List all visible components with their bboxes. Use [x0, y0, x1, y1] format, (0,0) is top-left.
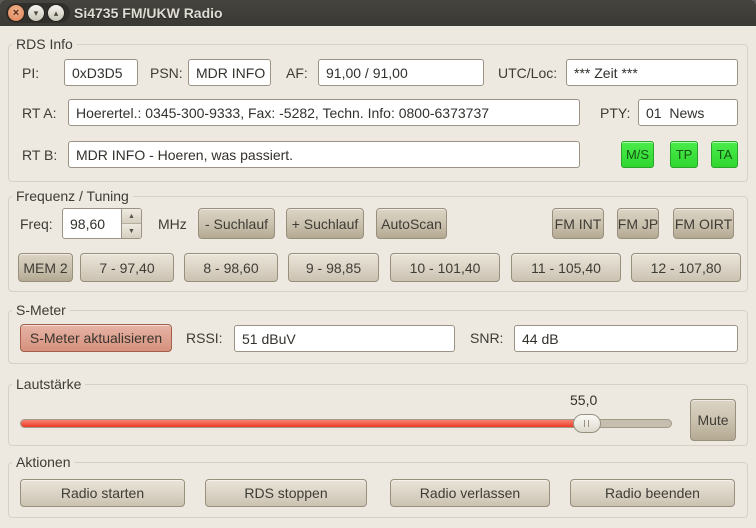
app-window: × ▾ ▴ Si4735 FM/UKW Radio RDS Info PI: 0…: [0, 0, 756, 528]
mhz-label: MHz: [158, 208, 187, 239]
slider-grip-icon: [584, 420, 589, 427]
volume-slider[interactable]: [20, 419, 672, 428]
freq-label: Freq:: [20, 208, 53, 239]
snr-field[interactable]: 44 dB: [514, 325, 738, 352]
rds-stop-button[interactable]: RDS stoppen: [205, 479, 367, 507]
maximize-icon[interactable]: ▴: [47, 4, 65, 22]
memory-button-8[interactable]: 8 - 98,60: [184, 253, 278, 282]
psn-field[interactable]: MDR INFO: [188, 59, 271, 86]
window-title: Si4735 FM/UKW Radio: [74, 0, 223, 26]
radio-start-button[interactable]: Radio starten: [20, 479, 185, 507]
rtb-label: RT B:: [22, 141, 57, 168]
snr-label: SNR:: [470, 324, 503, 352]
pi-label: PI:: [22, 59, 39, 86]
ms-flag-button[interactable]: M/S: [621, 141, 654, 168]
rssi-field[interactable]: 51 dBuV: [234, 325, 455, 352]
volume-slider-handle[interactable]: [573, 414, 601, 433]
tuning-frame-label: Frequenz / Tuning: [12, 189, 133, 204]
rtb-field[interactable]: MDR INFO - Hoeren, was passiert.: [68, 141, 580, 168]
titlebar: × ▾ ▴ Si4735 FM/UKW Radio: [0, 0, 756, 26]
volume-slider-fill: [21, 420, 587, 427]
radio-leave-button[interactable]: Radio verlassen: [390, 479, 550, 507]
band-fm-oirt-button[interactable]: FM OIRT: [673, 208, 734, 239]
freq-spin-arrows: ▲ ▼: [121, 209, 141, 238]
rds-frame-label: RDS Info: [12, 37, 77, 52]
close-icon[interactable]: ×: [7, 4, 25, 22]
autoscan-button[interactable]: AutoScan: [376, 208, 447, 239]
radio-quit-button[interactable]: Radio beenden: [570, 479, 735, 507]
memory-button-12[interactable]: 12 - 107,80: [631, 253, 741, 282]
memory-button-7[interactable]: 7 - 97,40: [80, 253, 174, 282]
smeter-frame-label: S-Meter: [12, 303, 70, 318]
utc-label: UTC/Loc:: [498, 59, 557, 86]
volume-value: 55,0: [570, 392, 597, 408]
seek-down-button[interactable]: - Suchlauf: [198, 208, 275, 239]
mute-button[interactable]: Mute: [690, 399, 736, 441]
memory-button-10[interactable]: 10 - 101,40: [390, 253, 500, 282]
pty-label: PTY:: [600, 99, 630, 126]
memory-button-9[interactable]: 9 - 98,85: [288, 253, 379, 282]
af-label: AF:: [286, 59, 308, 86]
freq-spinbox[interactable]: 98,60 ▲ ▼: [62, 208, 142, 239]
tp-flag-button[interactable]: TP: [670, 141, 698, 168]
rta-label: RT A:: [22, 99, 57, 126]
smeter-refresh-button[interactable]: S-Meter aktualisieren: [20, 324, 172, 352]
volume-frame-label: Lautstärke: [12, 377, 85, 392]
freq-value[interactable]: 98,60: [63, 209, 121, 238]
pty-field[interactable]: 01 News: [638, 99, 738, 126]
pi-field[interactable]: 0xD3D5: [64, 59, 138, 86]
memory-button-11[interactable]: 11 - 105,40: [511, 253, 621, 282]
spin-up-icon[interactable]: ▲: [122, 209, 141, 224]
rssi-label: RSSI:: [186, 324, 223, 352]
spin-down-icon[interactable]: ▼: [122, 224, 141, 238]
utc-field[interactable]: *** Zeit ***: [566, 59, 738, 86]
rta-field[interactable]: Hoerertel.: 0345-300-9333, Fax: -5282, T…: [68, 99, 580, 126]
band-fm-int-button[interactable]: FM INT: [552, 208, 604, 239]
psn-label: PSN:: [150, 59, 183, 86]
band-fm-jp-button[interactable]: FM JP: [617, 208, 659, 239]
seek-up-button[interactable]: + Suchlauf: [286, 208, 364, 239]
volume-frame: [8, 384, 748, 446]
minimize-icon[interactable]: ▾: [27, 4, 45, 22]
ta-flag-button[interactable]: TA: [711, 141, 738, 168]
memory-button-mem2[interactable]: MEM 2: [18, 253, 73, 282]
actions-frame-label: Aktionen: [12, 455, 74, 470]
af-field[interactable]: 91,00 / 91,00: [318, 59, 484, 86]
window-controls: × ▾ ▴: [6, 3, 70, 23]
